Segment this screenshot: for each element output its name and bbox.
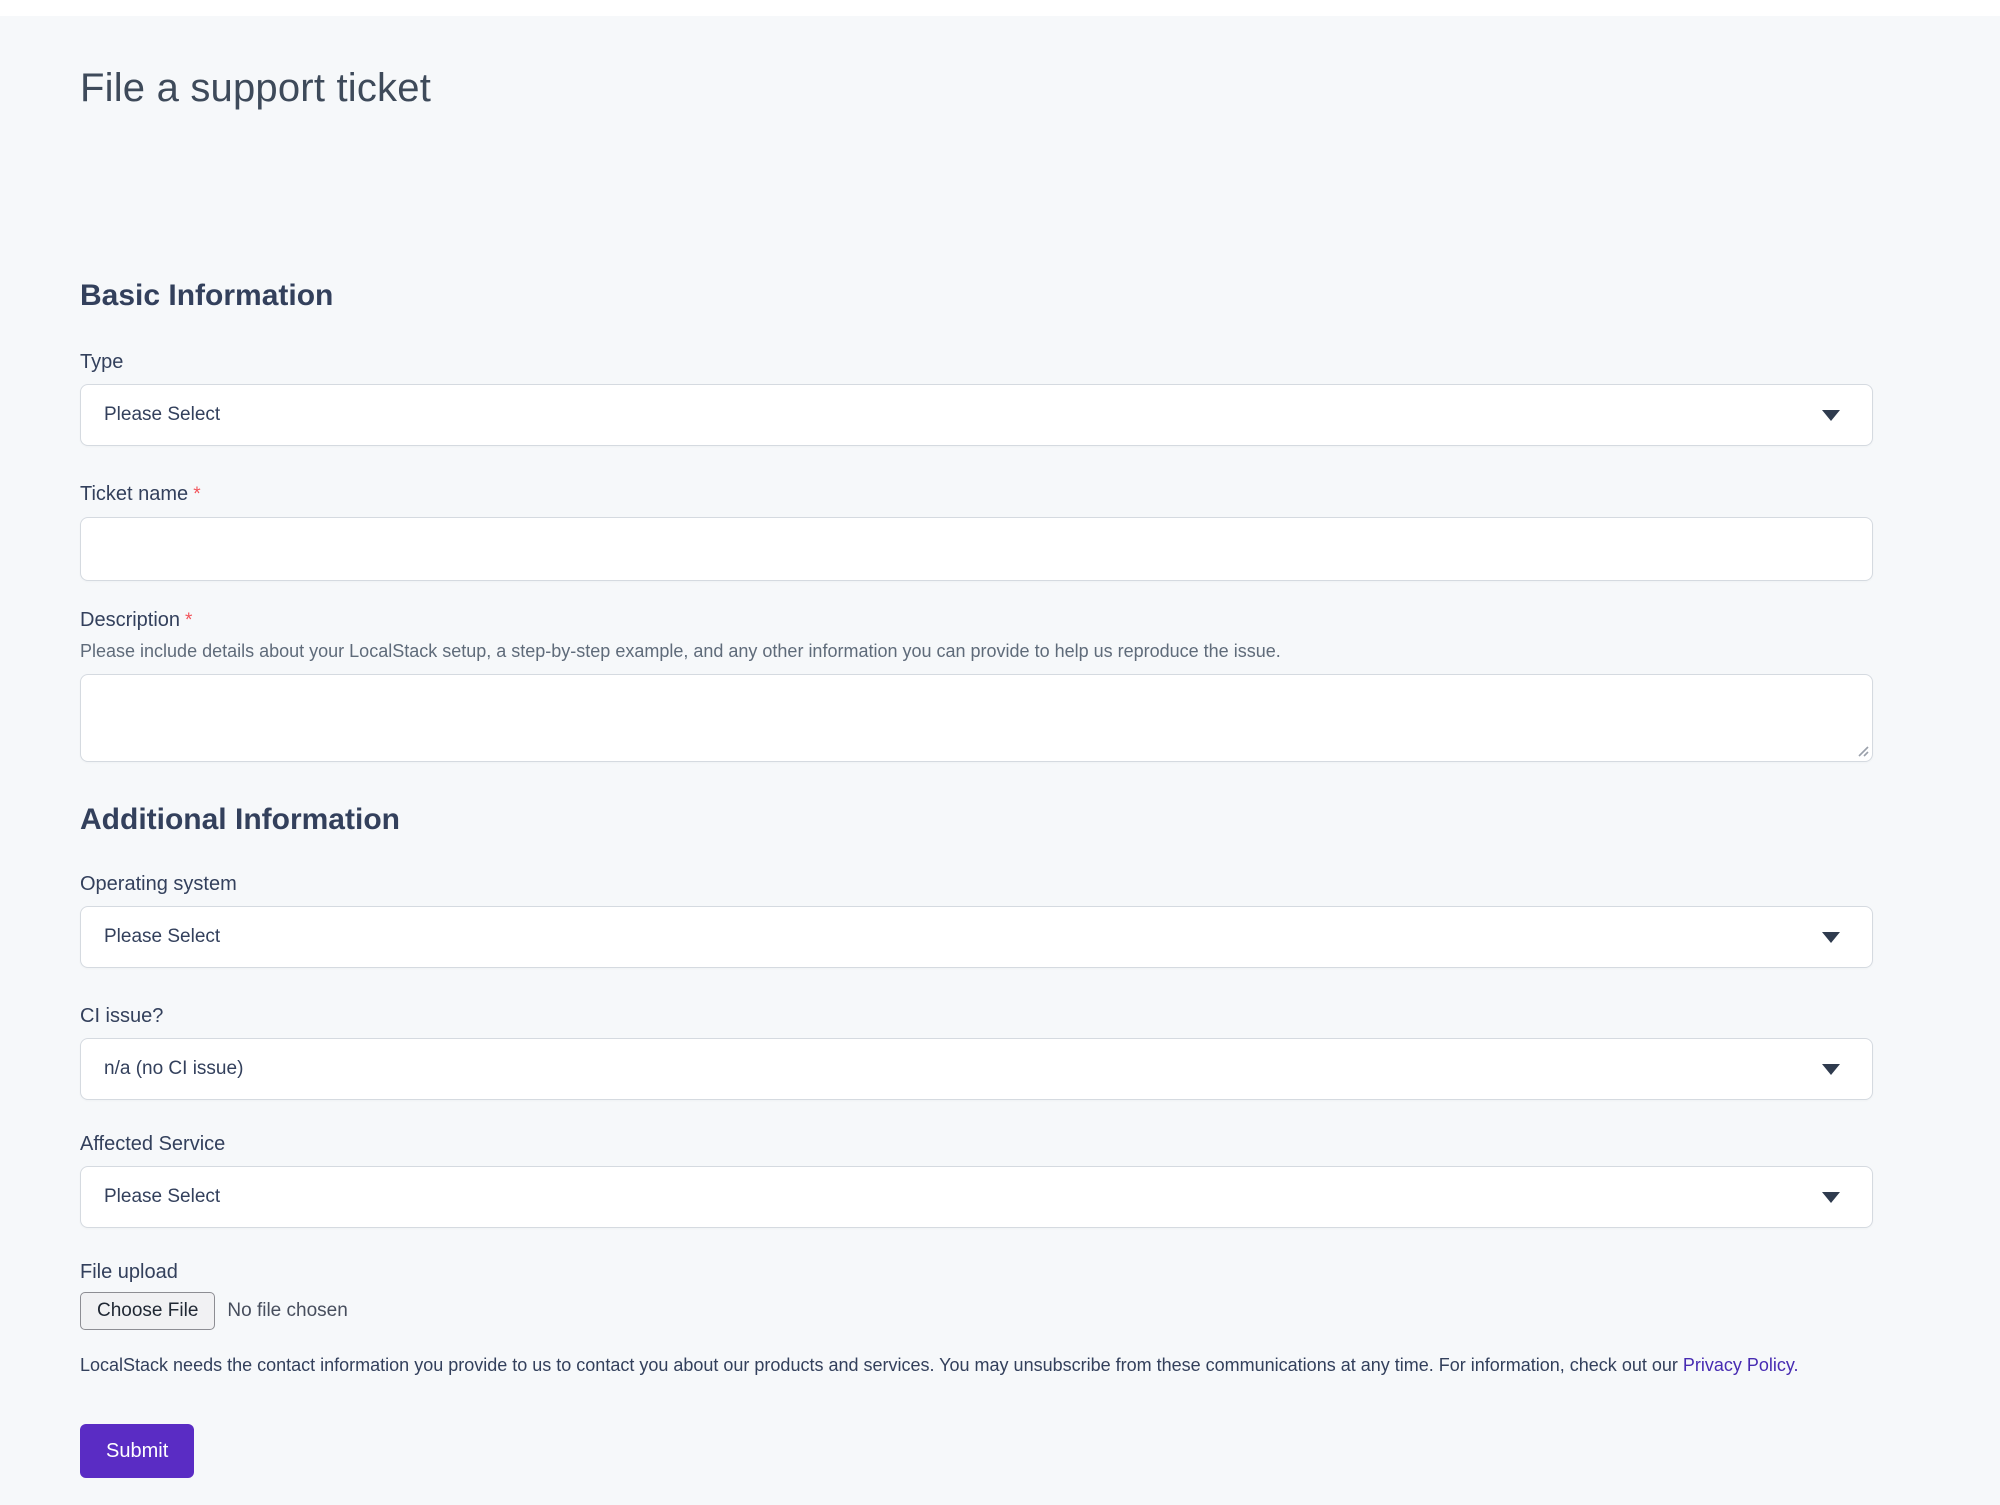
section-heading-additional-information: Additional Information (80, 802, 1873, 838)
ticket-name-label: Ticket name* (80, 482, 1873, 507)
description-help-text: Please include details about your LocalS… (80, 640, 1873, 662)
operating-system-select-value: Please Select (104, 926, 220, 948)
choose-file-button[interactable]: Choose File (80, 1292, 215, 1330)
file-upload-input: Choose File No file chosen (80, 1292, 1873, 1330)
submit-button[interactable]: Submit (80, 1424, 194, 1478)
privacy-policy-link[interactable]: Privacy Policy. (1683, 1355, 1799, 1375)
required-asterisk: * (193, 484, 200, 505)
affected-service-label: Affected Service (80, 1132, 1873, 1156)
section-heading-basic-information: Basic Information (80, 278, 1873, 314)
file-upload-label: File upload (80, 1260, 1873, 1284)
operating-system-select[interactable]: Please Select (80, 906, 1873, 968)
type-select[interactable]: Please Select (80, 384, 1873, 446)
required-asterisk: * (185, 610, 192, 631)
support-ticket-form: File a support ticket Basic Information … (80, 64, 1873, 1478)
description-textarea-wrap (80, 674, 1873, 762)
file-upload-status: No file chosen (227, 1300, 347, 1322)
affected-service-select[interactable]: Please Select (80, 1166, 1873, 1228)
top-edge-strip (0, 0, 2000, 16)
description-label: Description* (80, 608, 1873, 633)
page-title: File a support ticket (80, 64, 1873, 112)
operating-system-label: Operating system (80, 872, 1873, 896)
chevron-down-icon (1822, 932, 1840, 943)
type-label: Type (80, 350, 1873, 374)
ticket-name-input[interactable] (80, 517, 1873, 581)
affected-service-select-value: Please Select (104, 1186, 220, 1208)
ci-issue-label: CI issue? (80, 1004, 1873, 1028)
type-select-value: Please Select (104, 404, 220, 426)
ci-issue-select-value: n/a (no CI issue) (104, 1058, 243, 1080)
privacy-note: LocalStack needs the contact information… (80, 1354, 1873, 1376)
ci-issue-select[interactable]: n/a (no CI issue) (80, 1038, 1873, 1100)
chevron-down-icon (1822, 1192, 1840, 1203)
chevron-down-icon (1822, 410, 1840, 421)
chevron-down-icon (1822, 1064, 1840, 1075)
description-textarea[interactable] (80, 674, 1873, 762)
privacy-note-text: LocalStack needs the contact information… (80, 1355, 1683, 1375)
